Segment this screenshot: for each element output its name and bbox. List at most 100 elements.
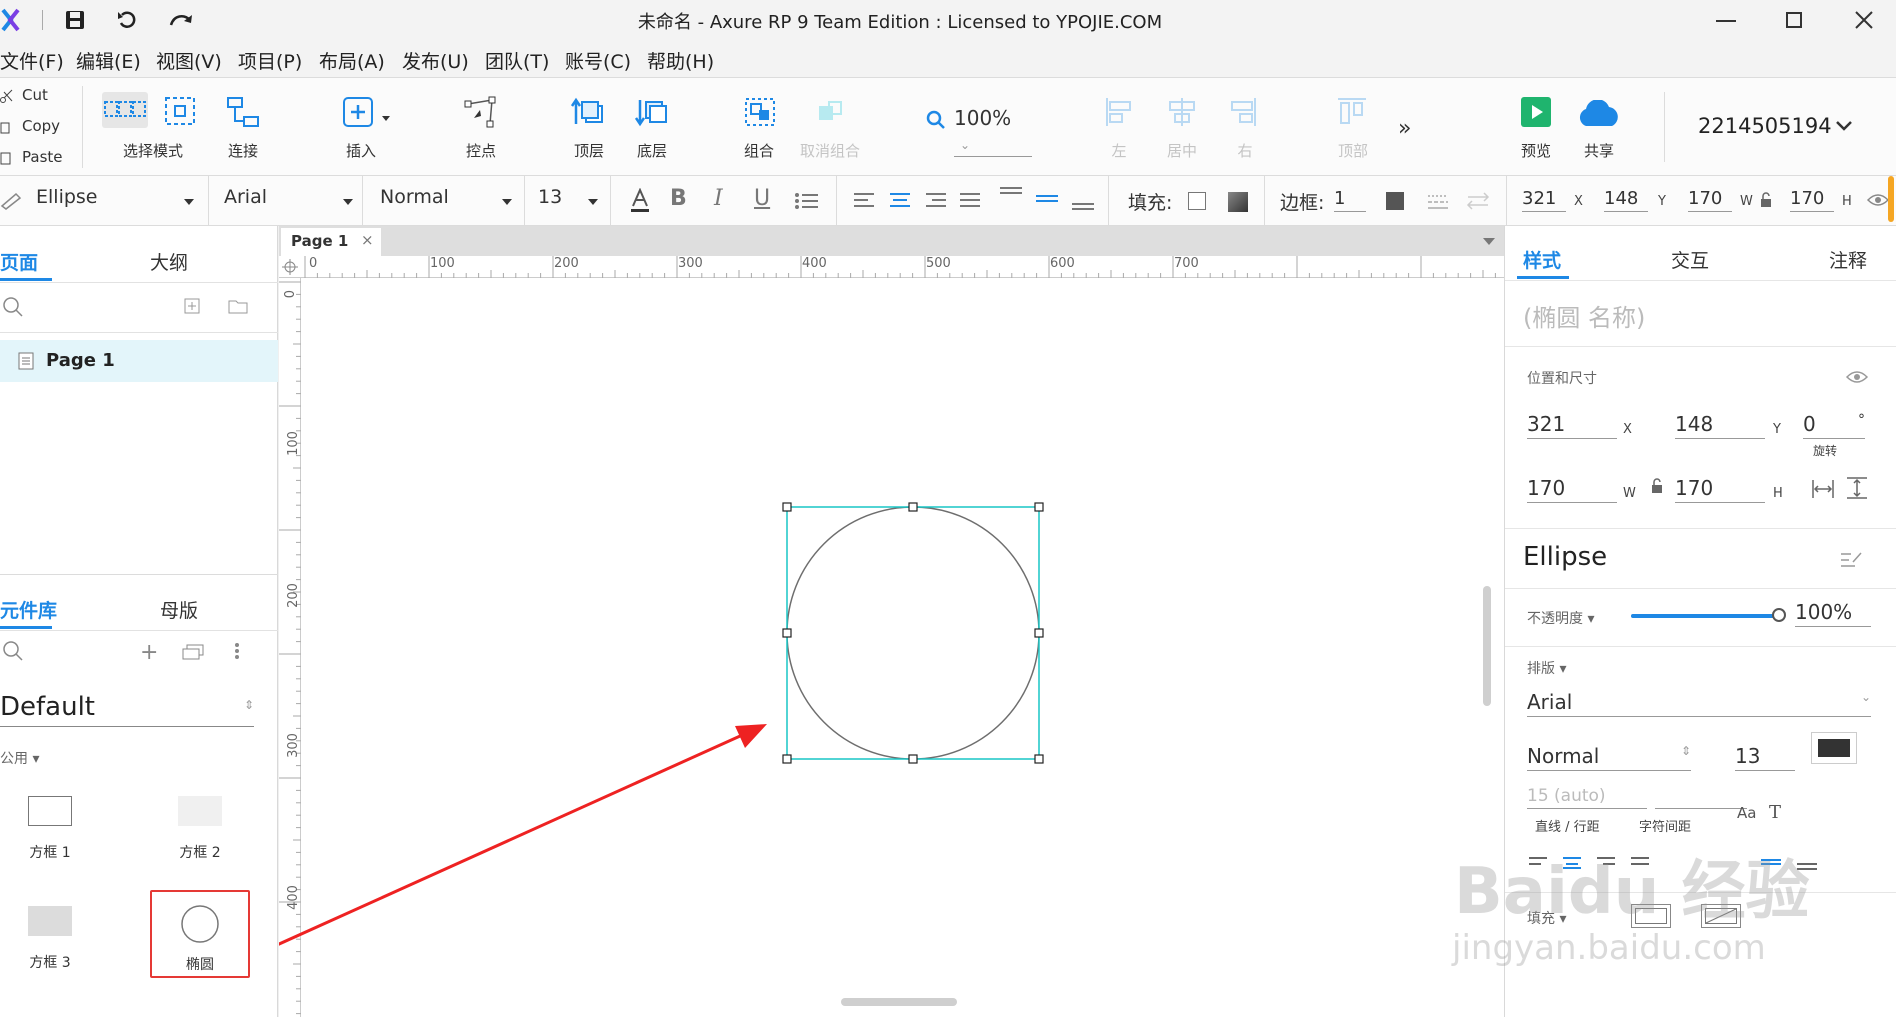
- inspector-size-input[interactable]: 13: [1735, 744, 1795, 771]
- preview-button[interactable]: [1520, 96, 1552, 128]
- font-family-select[interactable]: Arial: [224, 186, 267, 208]
- tab-style[interactable]: 样式: [1523, 246, 1561, 273]
- lock-ratio-icon[interactable]: [1760, 192, 1772, 208]
- inspector-w-input[interactable]: 170: [1527, 476, 1617, 503]
- tab-interactions[interactable]: 交互: [1671, 246, 1709, 273]
- border-style-icon[interactable]: [1426, 192, 1450, 210]
- font-color-icon[interactable]: [628, 188, 652, 214]
- widget-box3-thumb[interactable]: [28, 906, 72, 936]
- ruler-origin-icon[interactable]: [279, 256, 301, 278]
- insert-button[interactable]: [342, 96, 392, 128]
- fit-height-icon[interactable]: [1845, 476, 1869, 500]
- zoom-select[interactable]: 100% ⌄: [954, 106, 1032, 157]
- visibility-eye-icon[interactable]: [1866, 192, 1890, 208]
- save-icon[interactable]: [64, 9, 86, 31]
- close-tab-icon[interactable]: ×: [361, 231, 374, 249]
- inspector-font-select[interactable]: Arial ⌄: [1527, 690, 1871, 717]
- tab-outline[interactable]: 大纲: [150, 248, 188, 275]
- underline-icon[interactable]: U: [754, 186, 770, 211]
- widget-name-input[interactable]: (椭圆 名称): [1523, 298, 1645, 333]
- inspector-weight-select[interactable]: Normal ⇕: [1527, 744, 1691, 771]
- select-intersect-button[interactable]: [102, 92, 148, 128]
- widget-box2-thumb[interactable]: [178, 796, 222, 826]
- text-case-icon[interactable]: Aa: [1737, 804, 1756, 822]
- points-button[interactable]: [464, 96, 498, 128]
- char-spacing-input[interactable]: [1655, 786, 1747, 809]
- tab-pages[interactable]: 页面: [0, 248, 38, 275]
- ellipse-shape[interactable]: [786, 506, 1040, 760]
- font-color-button[interactable]: [1811, 732, 1857, 764]
- valign-middle-icon[interactable]: [1034, 194, 1060, 204]
- menu-view[interactable]: 视图(V): [156, 47, 222, 74]
- font-weight-select[interactable]: Normal: [380, 186, 449, 208]
- fit-width-icon[interactable]: [1811, 478, 1835, 500]
- add-library-icon[interactable]: +: [140, 640, 158, 665]
- align-top-icon[interactable]: [1336, 96, 1368, 128]
- add-page-icon[interactable]: [184, 298, 200, 314]
- menu-team[interactable]: 团队(T): [485, 47, 549, 74]
- font-size-select[interactable]: 13: [538, 186, 562, 208]
- opacity-input[interactable]: 100%: [1795, 600, 1871, 627]
- menu-file[interactable]: 文件(F): [0, 47, 64, 74]
- vertical-scrollbar[interactable]: [1483, 586, 1491, 706]
- text-justify-icon[interactable]: [958, 192, 982, 210]
- menu-account[interactable]: 账号(C): [565, 47, 631, 74]
- align-center-icon[interactable]: [1166, 96, 1198, 128]
- account-dropdown-icon[interactable]: [1835, 120, 1853, 132]
- undo-icon[interactable]: [116, 9, 138, 31]
- menu-publish[interactable]: 发布(U): [402, 47, 469, 74]
- group-button[interactable]: [743, 96, 777, 128]
- eye-icon[interactable]: [1845, 370, 1869, 384]
- format-w-input[interactable]: 170: [1688, 188, 1732, 212]
- ungroup-button[interactable]: [813, 96, 847, 128]
- maximize-button[interactable]: [1786, 12, 1802, 28]
- select-contain-icon[interactable]: [164, 96, 196, 126]
- line-height-input[interactable]: 15 (auto): [1527, 786, 1647, 809]
- tab-masters[interactable]: 母版: [160, 596, 198, 623]
- tab-menu-icon[interactable]: [1483, 238, 1495, 246]
- shape-style-select[interactable]: Ellipse: [36, 186, 98, 208]
- add-folder-icon[interactable]: [228, 298, 248, 314]
- widget-ellipse-highlight[interactable]: 椭圆: [150, 890, 250, 978]
- share-button[interactable]: [1576, 100, 1622, 128]
- format-y-input[interactable]: 148: [1604, 188, 1648, 212]
- valign-bottom-icon[interactable]: [1070, 202, 1096, 212]
- bullet-list-icon[interactable]: [794, 192, 820, 210]
- bring-front-button[interactable]: [570, 96, 606, 128]
- library-copy-icon[interactable]: [182, 644, 204, 660]
- inspector-h-input[interactable]: 170: [1675, 476, 1765, 503]
- send-back-button[interactable]: [634, 96, 670, 128]
- format-x-input[interactable]: 321: [1522, 188, 1566, 212]
- text-align-center-icon[interactable]: [888, 192, 912, 210]
- border-color-swatch[interactable]: [1386, 192, 1404, 210]
- menu-edit[interactable]: 编辑(E): [76, 47, 141, 74]
- rotation-input[interactable]: 0 °: [1803, 412, 1865, 439]
- border-width-input[interactable]: 1: [1334, 188, 1366, 212]
- tab-notes[interactable]: 注释: [1829, 246, 1867, 273]
- text-format-icon[interactable]: T: [1769, 802, 1781, 823]
- page-tab[interactable]: Page 1 ×: [281, 228, 381, 256]
- close-button[interactable]: [1854, 10, 1874, 30]
- fill-color-swatch[interactable]: [1188, 192, 1206, 210]
- horizontal-scrollbar[interactable]: [841, 998, 957, 1006]
- bold-icon[interactable]: B: [670, 186, 687, 211]
- page-list-item[interactable]: Page 1: [0, 340, 278, 382]
- minimize-button[interactable]: [1716, 20, 1736, 22]
- lock-icon[interactable]: [1651, 478, 1663, 494]
- arrow-style-icon[interactable]: [1466, 192, 1490, 210]
- inspector-x-input[interactable]: 321: [1527, 412, 1617, 439]
- edit-style-icon[interactable]: [1839, 550, 1863, 570]
- valign-top-icon[interactable]: [998, 186, 1024, 196]
- menu-help[interactable]: 帮助(H): [647, 47, 714, 74]
- text-align-left-icon[interactable]: [852, 192, 876, 210]
- search-icon[interactable]: [2, 296, 24, 318]
- text-align-right-icon[interactable]: [924, 192, 948, 210]
- align-right-icon[interactable]: [1228, 96, 1258, 128]
- format-h-input[interactable]: 170: [1790, 188, 1834, 212]
- more-tools-icon[interactable]: »: [1398, 116, 1411, 141]
- shadow-swatch[interactable]: [1228, 192, 1248, 212]
- connect-button[interactable]: [226, 96, 260, 128]
- more-options-icon[interactable]: [234, 642, 240, 660]
- library-search-icon[interactable]: [2, 640, 24, 662]
- opacity-slider[interactable]: [1631, 608, 1786, 622]
